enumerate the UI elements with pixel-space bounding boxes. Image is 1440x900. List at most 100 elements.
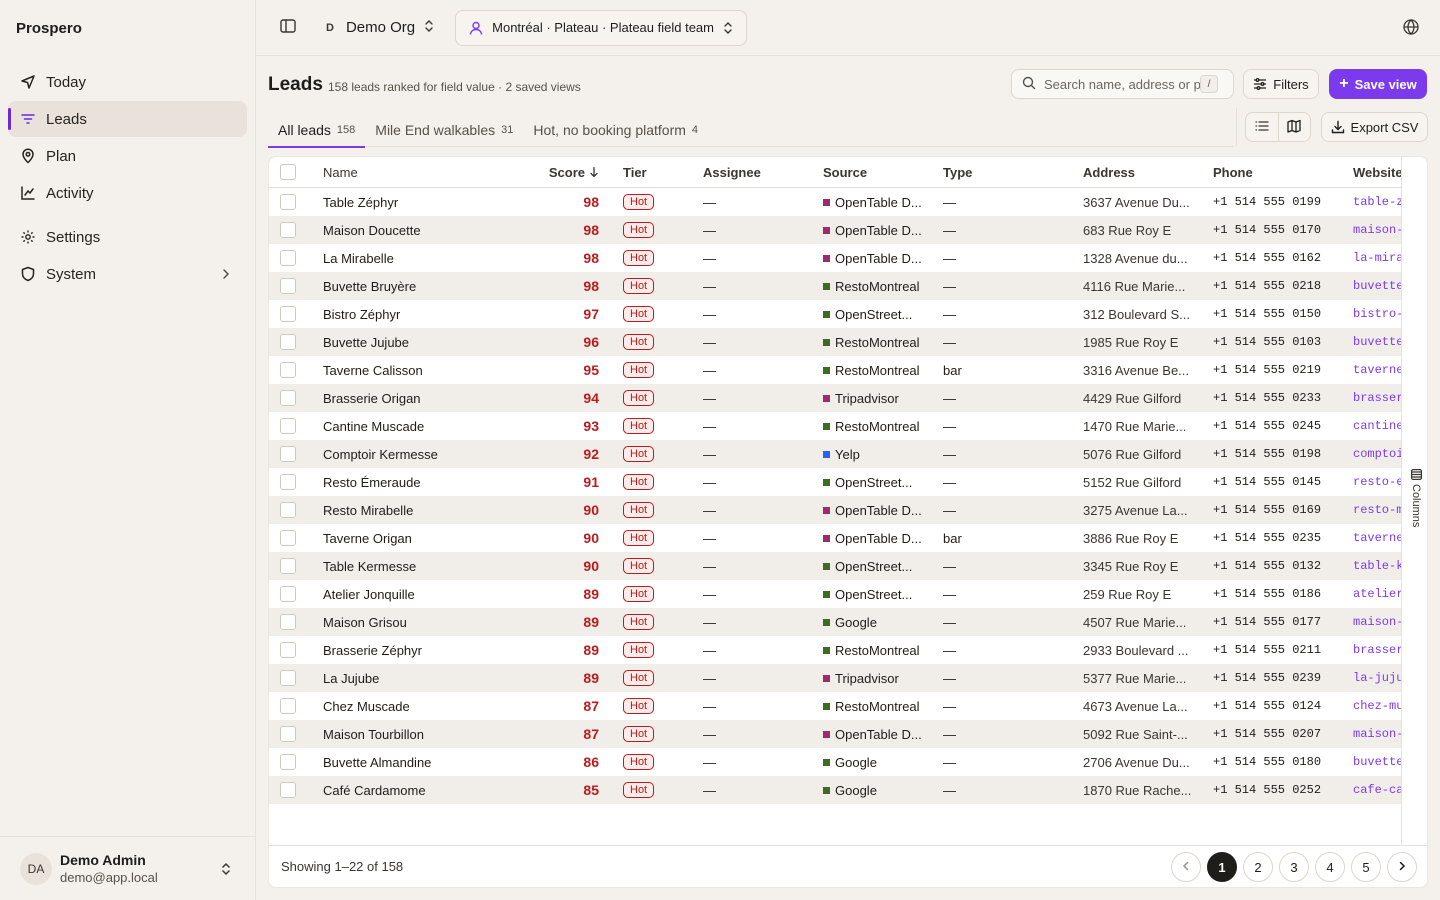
search-box[interactable]: / (1011, 69, 1234, 99)
table-row[interactable]: Café Cardamome 85 Hot — Google — 1870 Rue Rach… (269, 776, 1401, 804)
lead-phone[interactable]: +1 514 555 0186 (1213, 580, 1333, 608)
lead-name[interactable]: Taverne Origan (323, 524, 523, 552)
lead-name[interactable]: Resto Émeraude (323, 468, 523, 496)
lead-phone[interactable]: +1 514 555 0170 (1213, 216, 1333, 244)
lead-phone[interactable]: +1 514 555 0145 (1213, 468, 1333, 496)
lead-phone[interactable]: +1 514 555 0211 (1213, 636, 1333, 664)
lead-name[interactable]: Comptoir Kermesse (323, 440, 523, 468)
app-brand[interactable]: Prospero (0, 0, 255, 56)
lead-phone[interactable]: +1 514 555 0207 (1213, 720, 1333, 748)
lead-assignee[interactable]: — (703, 468, 803, 496)
table-row[interactable]: La Mirabelle 98 Hot — OpenTable D... — 1328 Av… (269, 244, 1401, 272)
page-button-1[interactable]: 1 (1207, 852, 1237, 882)
sidebar-item-settings[interactable]: Settings (8, 219, 247, 255)
column-header-address[interactable]: Address (1083, 157, 1193, 187)
table-row[interactable]: Buvette Almandine 86 Hot — Google — 2706 Avenu… (269, 748, 1401, 776)
page-button-4[interactable]: 4 (1315, 852, 1345, 882)
columns-panel-toggle[interactable]: Columns (1401, 157, 1427, 847)
lead-website-link[interactable]: cafe-ca (1353, 776, 1401, 804)
lead-phone[interactable]: +1 514 555 0233 (1213, 384, 1333, 412)
lead-assignee[interactable]: — (703, 748, 803, 776)
tab-all-leads[interactable]: All leads 158 (268, 112, 366, 148)
prev-page-button[interactable] (1171, 852, 1201, 882)
row-checkbox[interactable] (280, 250, 296, 266)
row-checkbox[interactable] (280, 726, 296, 742)
lead-assignee[interactable]: — (703, 244, 803, 272)
page-button-2[interactable]: 2 (1243, 852, 1273, 882)
row-checkbox[interactable] (280, 474, 296, 490)
row-checkbox[interactable] (280, 530, 296, 546)
column-header-type[interactable]: Type (943, 157, 1063, 187)
column-header-assignee[interactable]: Assignee (703, 157, 803, 187)
row-checkbox[interactable] (280, 306, 296, 322)
org-switcher[interactable]: D Demo Org (326, 19, 435, 37)
lead-website-link[interactable]: brasseri (1353, 384, 1401, 412)
page-button-3[interactable]: 3 (1279, 852, 1309, 882)
search-input[interactable] (1044, 76, 1200, 92)
lead-website-link[interactable]: table-ke (1353, 552, 1401, 580)
table-row[interactable]: Resto Mirabelle 90 Hot — OpenTable D... — 3275… (269, 496, 1401, 524)
lead-website-link[interactable]: buvette- (1353, 328, 1401, 356)
row-checkbox[interactable] (280, 222, 296, 238)
lead-phone[interactable]: +1 514 555 0162 (1213, 244, 1333, 272)
lead-name[interactable]: Chez Muscade (323, 692, 523, 720)
lead-website-link[interactable]: cantine- (1353, 412, 1401, 440)
lead-assignee[interactable]: — (703, 440, 803, 468)
lead-phone[interactable]: +1 514 555 0150 (1213, 300, 1333, 328)
lead-assignee[interactable]: — (703, 692, 803, 720)
table-row[interactable]: Taverne Calisson 95 Hot — RestoMontreal bar 33… (269, 356, 1401, 384)
lead-name[interactable]: Buvette Jujube (323, 328, 523, 356)
globe-icon[interactable] (1402, 18, 1420, 39)
lead-phone[interactable]: +1 514 555 0169 (1213, 496, 1333, 524)
lead-name[interactable]: Atelier Jonquille (323, 580, 523, 608)
table-row[interactable]: La Jujube 89 Hot — Tripadvisor — 5377 Rue Mari… (269, 664, 1401, 692)
next-page-button[interactable] (1387, 852, 1417, 882)
table-row[interactable]: Bistro Zéphyr 97 Hot — OpenStreet... — 312 Bou… (269, 300, 1401, 328)
table-row[interactable]: Table Zéphyr 98 Hot — OpenTable D... — 3637 Av… (269, 188, 1401, 216)
lead-website-link[interactable]: maison- (1353, 720, 1401, 748)
column-header-tier[interactable]: Tier (623, 157, 693, 187)
lead-name[interactable]: Taverne Calisson (323, 356, 523, 384)
sidebar-toggle-button[interactable] (278, 18, 298, 38)
lead-website-link[interactable]: bistro-z (1353, 300, 1401, 328)
row-checkbox[interactable] (280, 670, 296, 686)
lead-assignee[interactable]: — (703, 188, 803, 216)
table-row[interactable]: Maison Doucette 98 Hot — OpenTable D... — 683 … (269, 216, 1401, 244)
lead-name[interactable]: Maison Doucette (323, 216, 523, 244)
lead-phone[interactable]: +1 514 555 0124 (1213, 692, 1333, 720)
lead-name[interactable]: Café Cardamome (323, 776, 523, 804)
tab-hot-no-booking[interactable]: Hot, no booking platform 4 (523, 112, 708, 147)
table-row[interactable]: Brasserie Origan 94 Hot — Tripadvisor — 4429 R… (269, 384, 1401, 412)
lead-name[interactable]: La Mirabelle (323, 244, 523, 272)
lead-assignee[interactable]: — (703, 608, 803, 636)
lead-name[interactable]: Brasserie Origan (323, 384, 523, 412)
user-menu[interactable]: DA Demo Admin demo@app.local (0, 836, 255, 900)
lead-assignee[interactable]: — (703, 580, 803, 608)
export-csv-button[interactable]: Export CSV (1321, 112, 1428, 142)
lead-name[interactable]: Resto Mirabelle (323, 496, 523, 524)
table-row[interactable]: Taverne Origan 90 Hot — OpenTable D... bar 388… (269, 524, 1401, 552)
row-checkbox[interactable] (280, 390, 296, 406)
column-header-name[interactable]: Name (323, 157, 523, 187)
lead-assignee[interactable]: — (703, 496, 803, 524)
lead-name[interactable]: Buvette Almandine (323, 748, 523, 776)
sidebar-item-leads[interactable]: Leads (8, 101, 247, 137)
lead-assignee[interactable]: — (703, 524, 803, 552)
lead-assignee[interactable]: — (703, 552, 803, 580)
row-checkbox[interactable] (280, 614, 296, 630)
lead-name[interactable]: Bistro Zéphyr (323, 300, 523, 328)
row-checkbox[interactable] (280, 418, 296, 434)
lead-phone[interactable]: +1 514 555 0245 (1213, 412, 1333, 440)
lead-website-link[interactable]: maison- (1353, 608, 1401, 636)
lead-assignee[interactable]: — (703, 356, 803, 384)
table-row[interactable]: Buvette Jujube 96 Hot — RestoMontreal — 1985 R… (269, 328, 1401, 356)
lead-name[interactable]: Buvette Bruyère (323, 272, 523, 300)
lead-phone[interactable]: +1 514 555 0235 (1213, 524, 1333, 552)
row-checkbox[interactable] (280, 782, 296, 798)
lead-website-link[interactable]: comptoi (1353, 440, 1401, 468)
lead-phone[interactable]: +1 514 555 0177 (1213, 608, 1333, 636)
lead-phone[interactable]: +1 514 555 0180 (1213, 748, 1333, 776)
lead-website-link[interactable]: maison- (1353, 216, 1401, 244)
table-row[interactable]: Maison Grisou 89 Hot — Google — 4507 Rue Marie… (269, 608, 1401, 636)
lead-website-link[interactable]: taverne- (1353, 524, 1401, 552)
